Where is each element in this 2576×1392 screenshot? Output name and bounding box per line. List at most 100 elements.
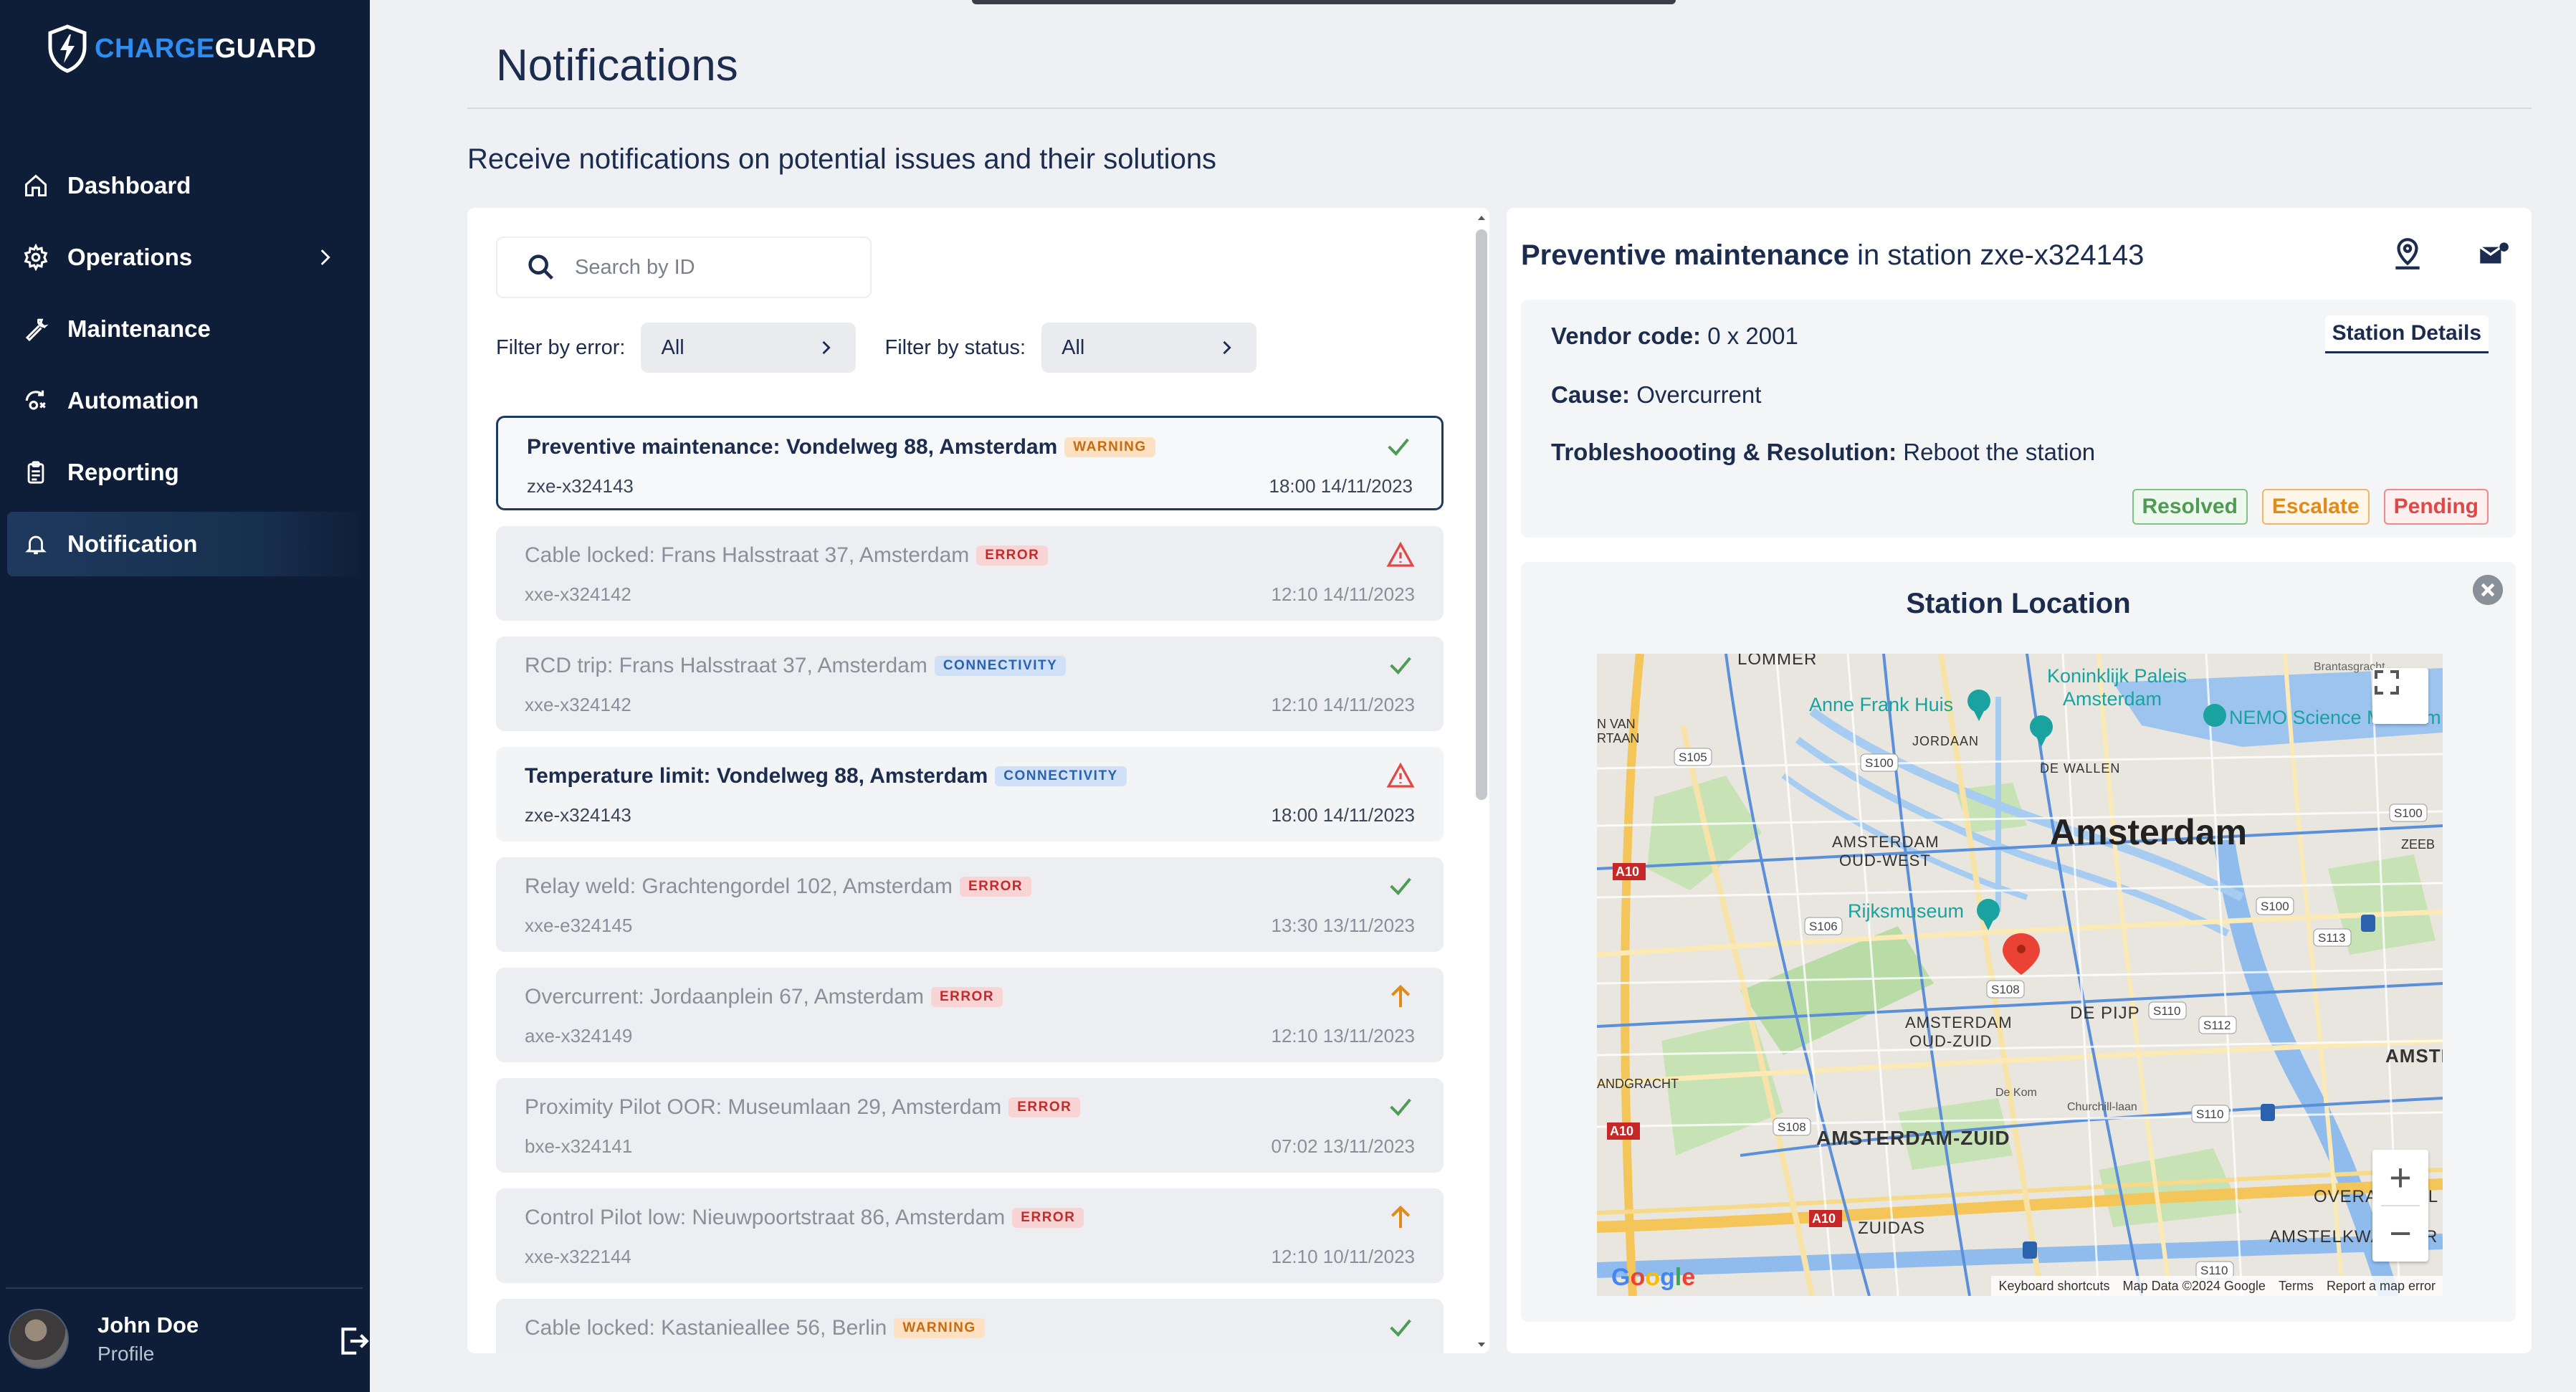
map-label-andgracht: ANDGRACHT	[1597, 1077, 1679, 1091]
sidebar-item-label: Automation	[67, 387, 199, 414]
station-details-button[interactable]: Station Details	[2324, 315, 2489, 353]
clipboard-icon	[20, 457, 52, 488]
terms-link[interactable]: Terms	[2279, 1279, 2314, 1294]
sidebar-item-label: Maintenance	[67, 315, 211, 342]
detail-title: Preventive maintenance in station zxe-x3…	[1521, 239, 2145, 271]
sidebar-nav: Dashboard Operations Maintenance Automat…	[7, 153, 363, 583]
map-road-s100: S100	[2394, 806, 2423, 820]
chevron-right-icon	[1223, 340, 1231, 355]
notification-item[interactable]: Overcurrent: Jordaanplein 67, Amsterdam E…	[496, 968, 1444, 1062]
notification-item[interactable]: Proximity Pilot OOR: Museumlaan 29, Amst…	[496, 1078, 1444, 1173]
location-pin-icon[interactable]	[2390, 237, 2425, 272]
notification-item[interactable]: Control Pilot low: Nieuwpoortstraat 86, …	[496, 1188, 1444, 1283]
report-map-error-link[interactable]: Report a map error	[2327, 1279, 2436, 1294]
timestamp: 13:30 13/11/2023	[1271, 915, 1415, 936]
automation-icon	[20, 385, 52, 416]
resolved-button[interactable]: Resolved	[2132, 489, 2248, 525]
timestamp: 18:00 14/11/2023	[1271, 804, 1415, 826]
notification-item[interactable]: Preventive maintenance: Vondelweg 88, Am…	[496, 416, 1444, 510]
sidebar-item-label: Operations	[67, 244, 193, 270]
zoom-out-button[interactable]: −	[2372, 1206, 2428, 1262]
brand-name: CHARGEGUARD	[95, 33, 317, 64]
filter-status-value: All	[1062, 335, 1085, 359]
scrollbar-thumb[interactable]	[1476, 229, 1487, 800]
station-id: xxe-x322144	[525, 1246, 631, 1267]
filter-error-select[interactable]: All	[641, 323, 857, 373]
type-badge: CONNECTIVITY	[934, 656, 1067, 676]
filter-status-select[interactable]: All	[1041, 323, 1257, 373]
list-scrollbar[interactable]	[1474, 212, 1489, 1350]
close-icon[interactable]	[2471, 573, 2504, 606]
mail-icon[interactable]	[2476, 237, 2511, 272]
map-zoom-control: + −	[2372, 1150, 2428, 1262]
notification-title: Overcurrent: Jordaanplein 67, Amsterdam E…	[525, 985, 1003, 1009]
notification-item[interactable]: RCD trip: Frans Halsstraat 37, Amsterdam…	[496, 637, 1444, 731]
map-label-paleis-amsterdam: Amsterdam	[2063, 688, 2162, 710]
notification-item[interactable]: Temperature limit: Vondelweg 88, Amsterd…	[496, 747, 1444, 842]
filters-bar: Filter by error: All Filter by status: A…	[496, 323, 1257, 373]
notification-item[interactable]: Cable locked: Kastanieallee 56, Berlin WA…	[496, 1299, 1444, 1353]
map-label-zuidas: ZUIDAS	[1858, 1219, 1926, 1238]
map-shield-a10: A10	[1812, 1211, 1836, 1226]
search-input[interactable]	[573, 254, 849, 280]
keyboard-shortcuts-link[interactable]: Keyboard shortcuts	[1998, 1279, 2109, 1294]
issue-info-card: Vendor code: 0 x 2001 Station Details Ca…	[1521, 300, 2516, 538]
arrow-up-icon	[1390, 1205, 1411, 1228]
zoom-in-button[interactable]: +	[2372, 1150, 2428, 1206]
filter-status-label: Filter by status:	[884, 335, 1026, 359]
notification-list-panel: Filter by error: All Filter by status: A…	[467, 208, 1489, 1353]
sidebar-item-dashboard[interactable]: Dashboard	[7, 153, 363, 218]
sidebar-item-operations[interactable]: Operations	[7, 225, 363, 290]
pending-button[interactable]: Pending	[2383, 489, 2489, 525]
map-label-amsterdam: Amsterdam	[2050, 812, 2248, 852]
type-badge: WARNING	[894, 1318, 985, 1338]
notification-title: RCD trip: Frans Halsstraat 37, Amsterdam…	[525, 654, 1067, 678]
notification-item[interactable]: Cable locked: Frans Halsstraat 37, Amste…	[496, 526, 1444, 621]
chevron-right-icon	[822, 340, 831, 355]
notification-title: Proximity Pilot OOR: Museumlaan 29, Amst…	[525, 1095, 1081, 1120]
check-icon	[1390, 1098, 1411, 1116]
filter-error-label: Filter by error:	[496, 335, 626, 359]
map-road-s100: S100	[1865, 756, 1894, 770]
station-id: xxe-x324142	[525, 694, 631, 715]
sidebar-item-reporting[interactable]: Reporting	[7, 440, 363, 505]
map-road-s100: S100	[2261, 900, 2289, 913]
user-profile[interactable]: John Doe Profile	[6, 1303, 369, 1375]
escalate-button[interactable]: Escalate	[2261, 489, 2370, 525]
search-icon	[528, 254, 553, 280]
station-location-card: Station Location A10 A10 A10 S105 S100 S…	[1521, 562, 2516, 1322]
map-label-rijksmuseum: Rijksmuseum	[1848, 900, 1965, 922]
timestamp: 12:10 10/11/2023	[1271, 1246, 1415, 1267]
notification-title: Relay weld: Grachtengordel 102, Amsterda…	[525, 874, 1032, 899]
notification-title: Control Pilot low: Nieuwpoortstraat 86, …	[525, 1206, 1084, 1230]
scroll-down-arrow-icon[interactable]	[1476, 1339, 1487, 1350]
logout-icon[interactable]	[335, 1323, 371, 1359]
map-road-s108: S108	[1991, 983, 2020, 996]
map-label-oud-west-1: AMSTERDAM	[1832, 833, 1940, 851]
bell-icon	[20, 528, 52, 560]
map-road-s105: S105	[1679, 750, 1707, 764]
profile-link[interactable]: Profile	[97, 1343, 199, 1365]
avatar[interactable]	[9, 1309, 69, 1369]
sidebar: CHARGEGUARD Dashboard Operations Mainten…	[0, 0, 370, 1392]
map-attribution: Keyboard shortcuts Map Data ©2024 Google…	[1991, 1276, 2443, 1296]
map-road-s110: S110	[2196, 1107, 2223, 1121]
timestamp: 18:00 14/11/2023	[1269, 475, 1413, 497]
type-badge: ERROR	[1008, 1097, 1081, 1117]
search-box[interactable]	[496, 237, 872, 298]
sidebar-item-label: Reporting	[67, 459, 179, 485]
sidebar-item-automation[interactable]: Automation	[7, 368, 363, 433]
troubleshooting: Trobleshoooting & Resolution: Reboot the…	[1551, 439, 2096, 465]
sidebar-item-maintenance[interactable]: Maintenance	[7, 297, 363, 361]
user-info: John Doe Profile	[97, 1312, 199, 1365]
notification-detail-panel: Preventive maintenance in station zxe-x3…	[1507, 208, 2532, 1353]
sidebar-item-notification[interactable]: Notification	[7, 512, 363, 576]
notification-title: Cable locked: Kastanieallee 56, Berlin WA…	[525, 1316, 985, 1340]
filter-error-value: All	[661, 335, 684, 359]
logo[interactable]: CHARGEGUARD	[46, 22, 317, 76]
scroll-up-arrow-icon[interactable]	[1476, 212, 1487, 224]
map[interactable]: A10 A10 A10 S105 S100 S100 S106 S100 S11…	[1597, 654, 2443, 1296]
map-fullscreen-button[interactable]	[2372, 668, 2428, 724]
timestamp: 12:10 13/11/2023	[1271, 1025, 1415, 1047]
notification-item[interactable]: Relay weld: Grachtengordel 102, Amsterda…	[496, 857, 1444, 952]
